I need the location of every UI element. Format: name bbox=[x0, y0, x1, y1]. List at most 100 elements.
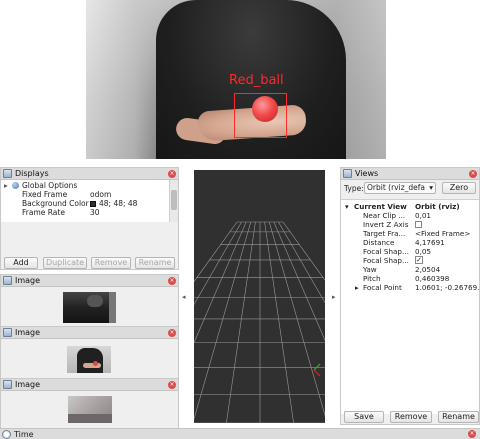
remove-button[interactable]: Remove bbox=[91, 257, 131, 269]
collapse-right-icon[interactable]: ▸ bbox=[332, 293, 336, 301]
prop-label: Focal Shap... bbox=[363, 256, 409, 265]
image-icon bbox=[3, 380, 12, 389]
prop-value[interactable]: <Fixed Frame> bbox=[415, 229, 470, 238]
views-panel: Views × Type: Orbit (rviz_defa ▾ Zero ▾ … bbox=[340, 167, 480, 425]
monitor-icon bbox=[3, 169, 12, 178]
prop-label: Current View bbox=[354, 202, 407, 211]
remove-button[interactable]: Remove bbox=[390, 411, 432, 423]
detection-box bbox=[234, 93, 287, 138]
prop-label: Invert Z Axis bbox=[363, 220, 409, 229]
view-type-select[interactable]: Orbit (rviz_defa ▾ bbox=[364, 182, 436, 194]
prop-value[interactable]: 1.0601; -0.26769... bbox=[415, 283, 479, 292]
add-button[interactable]: Add bbox=[4, 257, 38, 269]
tree-row-fixed-frame[interactable]: Fixed Frame odom bbox=[1, 190, 171, 199]
close-icon[interactable]: × bbox=[168, 380, 176, 389]
image-thumbnail bbox=[63, 292, 116, 323]
image-thumbnail bbox=[67, 346, 111, 373]
prop-value[interactable]: 0,460398 bbox=[415, 274, 449, 283]
prop-row[interactable]: Focal Shap... 0,05 bbox=[341, 247, 479, 256]
duplicate-button[interactable]: Duplicate bbox=[43, 257, 87, 269]
prop-value[interactable]: 4,17691 bbox=[415, 238, 445, 247]
prop-row[interactable]: Distance 4,17691 bbox=[341, 238, 479, 247]
image-titlebar[interactable]: Image × bbox=[1, 379, 178, 391]
views-title: Views bbox=[355, 169, 379, 178]
view-type-bar: Type: Orbit (rviz_defa ▾ Zero bbox=[341, 180, 479, 196]
detection-label: Red_ball bbox=[229, 73, 284, 88]
prop-row[interactable]: Yaw 2,0504 bbox=[341, 265, 479, 274]
scroll-thumb[interactable] bbox=[171, 190, 177, 210]
tree-value[interactable]: odom bbox=[90, 190, 111, 199]
axis-y bbox=[313, 363, 321, 371]
displays-scrollbar[interactable] bbox=[169, 180, 178, 222]
close-icon[interactable]: × bbox=[168, 276, 176, 285]
prop-value[interactable]: 0,01 bbox=[415, 211, 431, 220]
save-button[interactable]: Save bbox=[344, 411, 384, 423]
tree-label: Frame Rate bbox=[22, 208, 65, 217]
image-thumbnail bbox=[68, 396, 112, 423]
3d-render-view[interactable] bbox=[194, 170, 325, 423]
prop-value[interactable]: 0,05 bbox=[415, 247, 431, 256]
image-icon bbox=[3, 328, 12, 337]
prop-label: Distance bbox=[363, 238, 395, 247]
axis-x bbox=[313, 369, 321, 377]
image-panel-2: Image × bbox=[0, 326, 179, 379]
displays-tree: ▸ Global Options Fixed Frame odom Backgr… bbox=[1, 180, 171, 222]
prop-label: Focal Shap... bbox=[363, 247, 409, 256]
chevron-down-icon: ▾ bbox=[429, 183, 433, 192]
globe-icon bbox=[12, 182, 19, 189]
rename-button[interactable]: Rename bbox=[438, 411, 479, 423]
prop-value[interactable]: 2,0504 bbox=[415, 265, 440, 274]
view-type-value: Orbit (rviz_defa bbox=[367, 183, 425, 192]
prop-value: Orbit (rviz) bbox=[415, 202, 460, 211]
tree-row-background-color[interactable]: Background Color 48; 48; 48 bbox=[1, 199, 171, 208]
image-panel-3: Image × bbox=[0, 378, 179, 431]
prop-label: Target Fra... bbox=[363, 229, 406, 238]
tree-label: Fixed Frame bbox=[22, 190, 68, 199]
tree-row-global-options[interactable]: ▸ Global Options bbox=[1, 181, 171, 190]
rename-button[interactable]: Rename bbox=[135, 257, 175, 269]
collapse-left-icon[interactable]: ◂ bbox=[182, 293, 186, 301]
prop-label: Yaw bbox=[363, 265, 377, 274]
current-view-row[interactable]: ▾ Current View Orbit (rviz) bbox=[341, 202, 479, 211]
prop-row[interactable]: Target Fra... <Fixed Frame> bbox=[341, 229, 479, 238]
prop-label: Near Clip ... bbox=[363, 211, 406, 220]
zero-button[interactable]: Zero bbox=[442, 182, 476, 194]
invert-z-checkbox[interactable] bbox=[415, 221, 422, 228]
tree-label: Global Options bbox=[22, 181, 78, 190]
camera-icon bbox=[343, 169, 352, 178]
tree-row-frame-rate[interactable]: Frame Rate 30 bbox=[1, 208, 171, 217]
close-icon[interactable]: × bbox=[469, 169, 477, 178]
type-label: Type: bbox=[344, 184, 364, 193]
displays-titlebar[interactable]: Displays × bbox=[1, 168, 178, 180]
tree-value[interactable]: 30 bbox=[90, 208, 100, 217]
prop-label: Focal Point bbox=[363, 283, 402, 292]
prop-row[interactable]: ▸ Focal Point 1.0601; -0.26769... bbox=[341, 283, 479, 292]
views-titlebar[interactable]: Views × bbox=[341, 168, 479, 180]
image-titlebar[interactable]: Image × bbox=[1, 327, 178, 339]
prop-row[interactable]: Invert Z Axis bbox=[341, 220, 479, 229]
tree-label: Background Color bbox=[22, 199, 89, 208]
time-panel: Time × bbox=[0, 428, 480, 439]
focal-shape-checkbox[interactable]: ✓ bbox=[415, 256, 423, 264]
prop-row[interactable]: Pitch 0,460398 bbox=[341, 274, 479, 283]
close-icon[interactable]: × bbox=[168, 328, 176, 337]
image-icon bbox=[3, 276, 12, 285]
close-icon[interactable]: × bbox=[468, 430, 476, 438]
camera-image-view: Red_ball bbox=[86, 0, 386, 159]
displays-title: Displays bbox=[15, 169, 49, 178]
expand-arrow-icon[interactable]: ▸ bbox=[355, 283, 359, 292]
view-properties: ▾ Current View Orbit (rviz) Near Clip ..… bbox=[341, 199, 479, 414]
close-icon[interactable]: × bbox=[168, 169, 176, 178]
image-title: Image bbox=[15, 380, 41, 389]
prop-row[interactable]: Near Clip ... 0,01 bbox=[341, 211, 479, 220]
prop-row[interactable]: Focal Shap... ✓ bbox=[341, 256, 479, 265]
time-title: Time bbox=[14, 429, 34, 439]
clock-icon bbox=[2, 429, 11, 439]
color-swatch[interactable] bbox=[90, 201, 96, 207]
expand-arrow-icon[interactable]: ▸ bbox=[4, 181, 8, 190]
image-title: Image bbox=[15, 328, 41, 337]
expand-arrow-icon[interactable]: ▾ bbox=[345, 202, 349, 211]
tree-value[interactable]: 48; 48; 48 bbox=[99, 199, 137, 208]
image-titlebar[interactable]: Image × bbox=[1, 275, 178, 287]
grid-svg bbox=[194, 221, 325, 423]
